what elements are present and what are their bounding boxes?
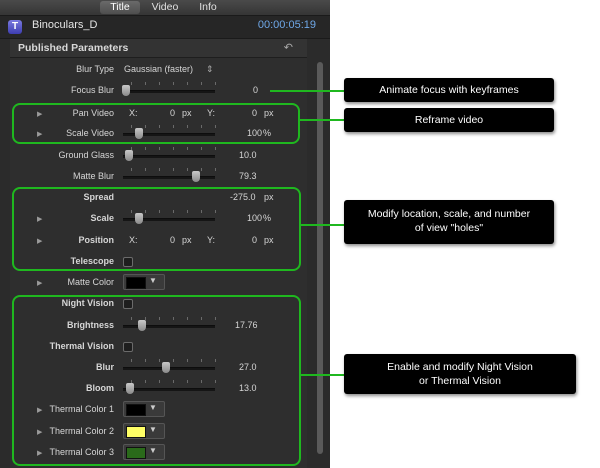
slider-tick	[145, 168, 146, 171]
callout-modify-line-1: Modify location, scale, and number	[367, 208, 531, 220]
clip-name: Binoculars_D	[32, 19, 98, 31]
tab-video[interactable]: Video	[145, 1, 185, 14]
callout-vision-line-2: or Thermal Vision	[419, 375, 501, 387]
ground-glass-slider[interactable]	[123, 155, 215, 158]
blur-type-label: Blur Type	[76, 64, 114, 74]
slider-tick	[159, 168, 160, 171]
focus-blur-slider-thumb[interactable]	[122, 85, 130, 96]
inspector-tab-bar: Title Video Info	[0, 0, 330, 16]
matte-blur-slider-thumb[interactable]	[191, 171, 200, 182]
title-clip-icon: T	[8, 20, 22, 34]
blur-type-stepper-icon[interactable]: ⇕	[206, 64, 214, 75]
callout-reframe-video: Reframe video	[344, 108, 554, 132]
tab-info[interactable]: Info	[190, 1, 226, 14]
ground-glass-value[interactable]: 10.0	[239, 150, 257, 160]
callout-vision: Enable and modify Night Vision or Therma…	[344, 354, 576, 394]
callout-animate-focus: Animate focus with keyframes	[344, 78, 554, 102]
slider-tick	[187, 82, 188, 85]
highlight-holes-group	[12, 187, 301, 271]
callout-vision-line-1: Enable and modify Night Vision	[387, 361, 533, 373]
slider-tick	[173, 82, 174, 85]
published-parameters-header[interactable]: Published Parameters ↶	[10, 39, 307, 58]
slider-tick	[145, 147, 146, 150]
slider-tick	[173, 168, 174, 171]
slider-tick	[173, 147, 174, 150]
section-title: Published Parameters	[18, 42, 129, 54]
slider-tick	[201, 168, 202, 171]
highlight-reframe-group	[12, 103, 300, 144]
slider-tick	[187, 168, 188, 171]
inspector-scrollbar[interactable]	[316, 58, 324, 458]
connector-vision	[299, 374, 344, 376]
callout-modify-holes: Modify location, scale, and number of vi…	[344, 200, 554, 244]
chevron-down-icon[interactable]: ▼	[149, 276, 157, 285]
connector-reframe	[298, 119, 344, 121]
slider-tick	[215, 168, 216, 171]
reset-icon[interactable]: ↶	[284, 41, 293, 54]
connector-holes	[299, 224, 344, 226]
clip-timecode: 00:00:05:19	[257, 19, 316, 31]
clip-header: T Binoculars_D 00:00:05:19	[0, 16, 330, 39]
blur-type-popup[interactable]: Gaussian (faster)	[124, 64, 193, 74]
slider-tick	[131, 168, 132, 171]
slider-tick	[187, 147, 188, 150]
slider-tick	[131, 147, 132, 150]
slider-tick	[215, 82, 216, 85]
ground-glass-label: Ground Glass	[58, 150, 114, 160]
slider-tick	[131, 82, 132, 85]
slider-tick	[215, 147, 216, 150]
slider-tick	[201, 82, 202, 85]
matte-blur-slider[interactable]	[123, 176, 215, 179]
highlight-vision-group	[12, 295, 301, 466]
connector-focus	[270, 90, 344, 92]
focus-blur-value[interactable]: 0	[253, 85, 258, 95]
slider-tick	[201, 147, 202, 150]
slider-tick	[159, 147, 160, 150]
matte-color-swatch	[126, 277, 146, 289]
callout-modify-line-2: of view "holes"	[414, 222, 484, 234]
focus-blur-label: Focus Blur	[70, 85, 114, 95]
matte-blur-value[interactable]: 79.3	[239, 171, 257, 181]
matte-blur-label: Matte Blur	[72, 171, 114, 181]
matte-color-well[interactable]: ▼	[123, 274, 165, 290]
slider-tick	[159, 82, 160, 85]
matte-color-label: Matte Color	[67, 277, 114, 287]
tab-title[interactable]: Title	[100, 1, 140, 14]
ground-glass-slider-thumb[interactable]	[124, 150, 133, 161]
slider-tick	[145, 82, 146, 85]
focus-blur-slider[interactable]	[123, 90, 215, 93]
